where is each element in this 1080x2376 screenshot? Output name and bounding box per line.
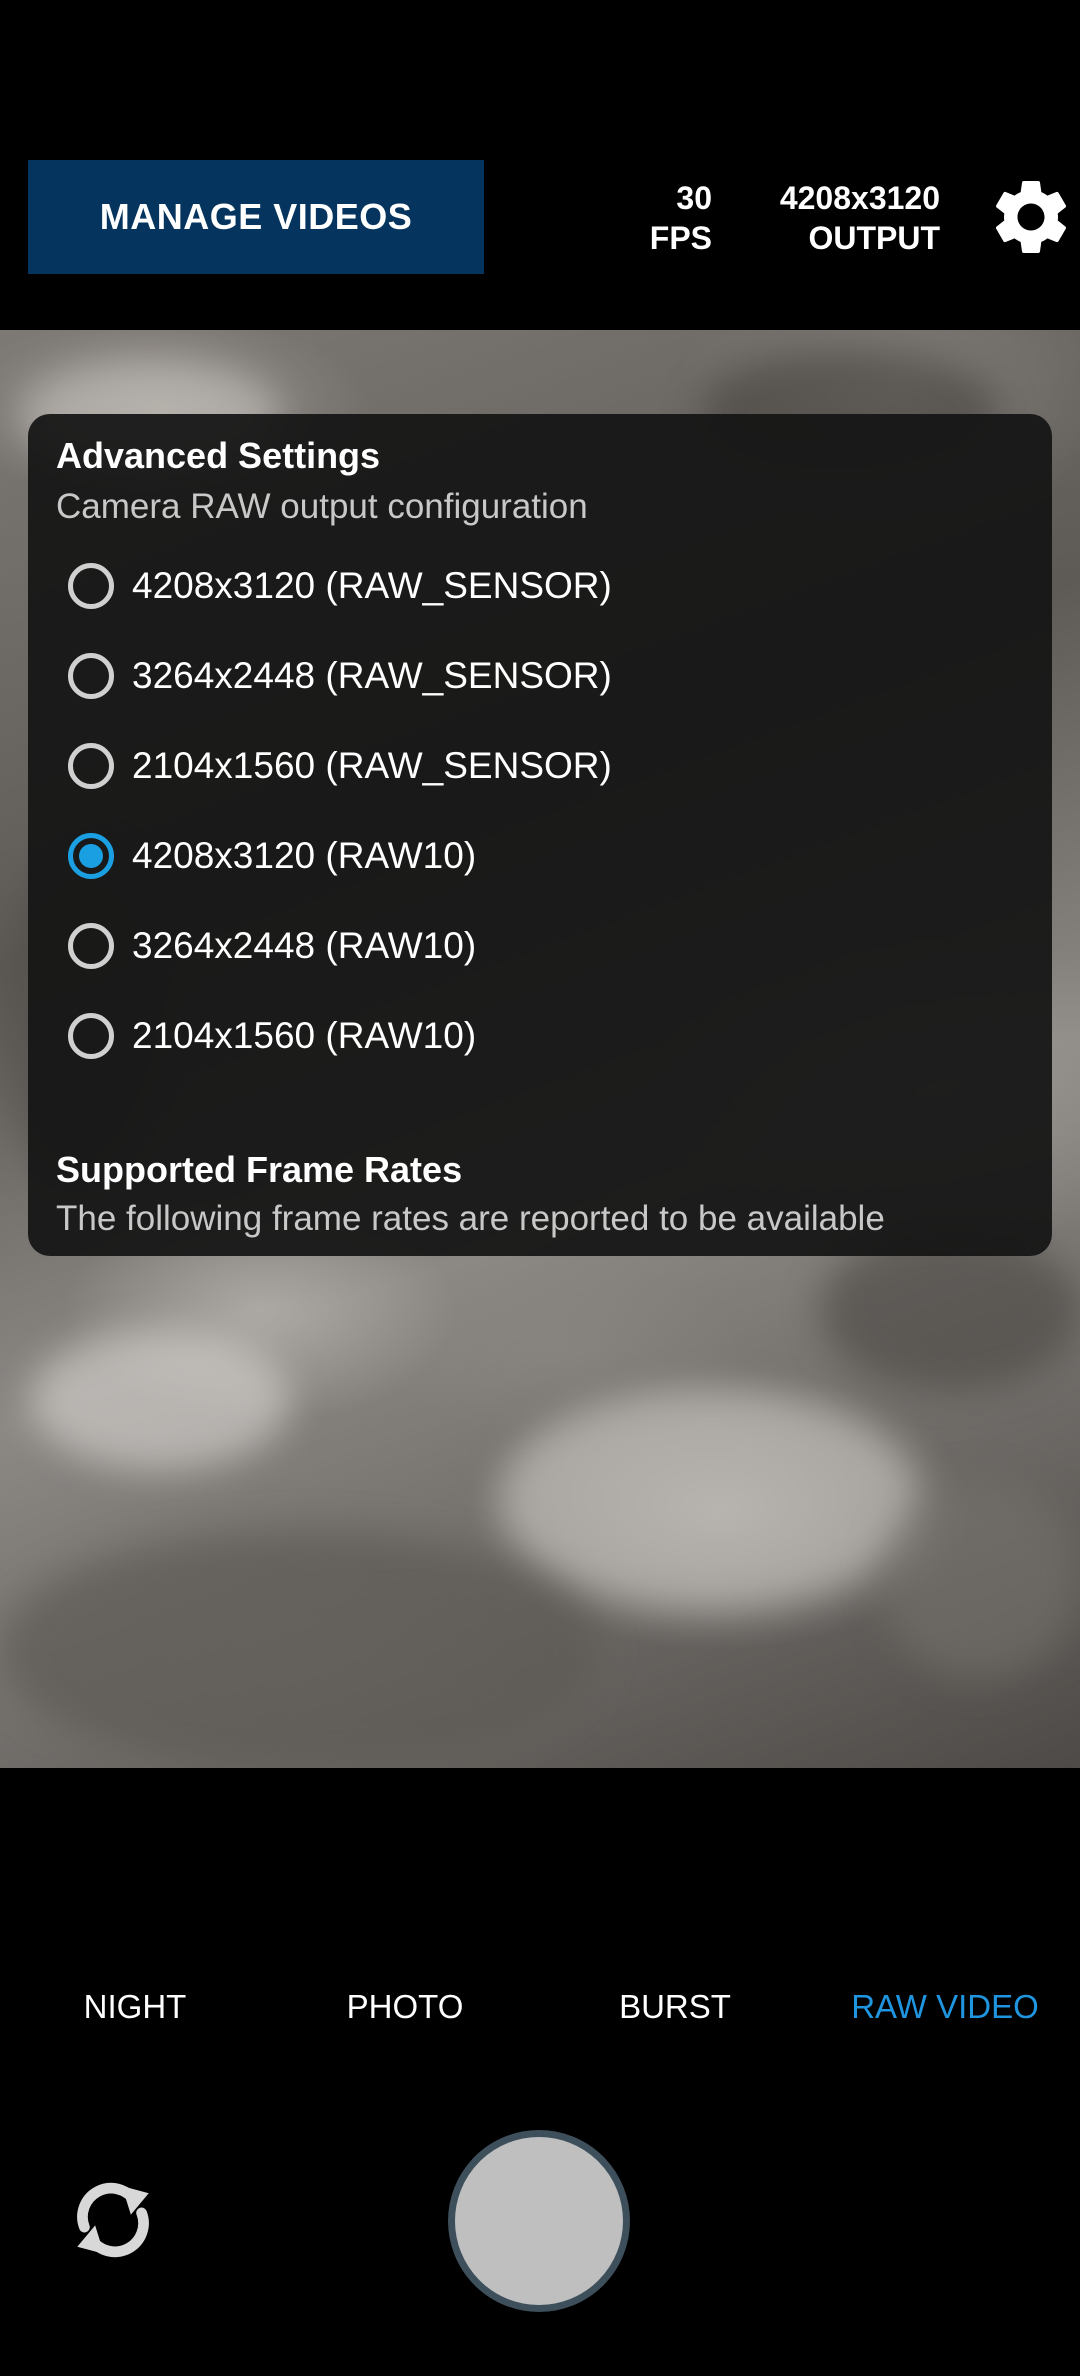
gear-icon[interactable]: [986, 172, 1076, 262]
mode-burst[interactable]: BURST: [540, 1988, 810, 2026]
mode-raw-video[interactable]: RAW VIDEO: [810, 1988, 1080, 2026]
raw-option-2104x1560-raw10[interactable]: 2104x1560 (RAW10): [68, 998, 968, 1074]
fps-indicator[interactable]: 30 FPS: [650, 178, 712, 258]
output-unit: OUTPUT: [808, 220, 940, 256]
raw-option-2104x1560-raw-sensor[interactable]: 2104x1560 (RAW_SENSOR): [68, 728, 968, 804]
option-label: 4208x3120 (RAW_SENSOR): [132, 565, 612, 606]
advanced-settings-subtitle: Camera RAW output configuration: [56, 487, 588, 526]
radio-unchecked-icon[interactable]: [68, 1013, 114, 1059]
fps-value: 30: [676, 180, 712, 216]
manage-videos-button[interactable]: MANAGE VIDEOS: [28, 160, 484, 274]
radio-unchecked-icon[interactable]: [68, 563, 114, 609]
output-value: 4208x3120: [779, 180, 940, 216]
output-resolution-indicator[interactable]: 4208x3120 OUTPUT: [780, 178, 940, 258]
mode-night[interactable]: NIGHT: [0, 1988, 270, 2026]
frame-rates-title: Supported Frame Rates: [56, 1149, 463, 1190]
radio-checked-icon[interactable]: [68, 833, 114, 879]
advanced-settings-title: Advanced Settings: [56, 435, 381, 476]
fps-unit: FPS: [649, 220, 712, 256]
raw-option-4208x3120-raw-sensor[interactable]: 4208x3120 (RAW_SENSOR): [68, 548, 968, 624]
mode-photo[interactable]: PHOTO: [270, 1988, 540, 2026]
frame-rates-description: The following frame rates are reported t…: [56, 1199, 885, 1238]
option-label: 3264x2448 (RAW10): [132, 925, 477, 966]
option-label: 3264x2448 (RAW_SENSOR): [132, 655, 612, 696]
mode-selector: NIGHT PHOTO BURST RAW VIDEO: [0, 1960, 1080, 2060]
radio-unchecked-icon[interactable]: [68, 923, 114, 969]
raw-option-3264x2448-raw-sensor[interactable]: 3264x2448 (RAW_SENSOR): [68, 638, 968, 714]
advanced-settings-panel: Advanced Settings Camera RAW output conf…: [28, 414, 1052, 1256]
top-bar: MANAGE VIDEOS 30 FPS 4208x3120 OUTPUT: [0, 0, 1080, 330]
option-label: 2104x1560 (RAW_SENSOR): [132, 745, 612, 786]
shutter-button[interactable]: [448, 2130, 630, 2312]
radio-unchecked-icon[interactable]: [68, 653, 114, 699]
switch-camera-icon[interactable]: [70, 2170, 156, 2270]
option-label: 4208x3120 (RAW10): [132, 835, 477, 876]
raw-option-3264x2448-raw10[interactable]: 3264x2448 (RAW10): [68, 908, 968, 984]
raw-option-4208x3120-raw10[interactable]: 4208x3120 (RAW10): [68, 818, 968, 894]
radio-unchecked-icon[interactable]: [68, 743, 114, 789]
option-label: 2104x1560 (RAW10): [132, 1015, 477, 1056]
